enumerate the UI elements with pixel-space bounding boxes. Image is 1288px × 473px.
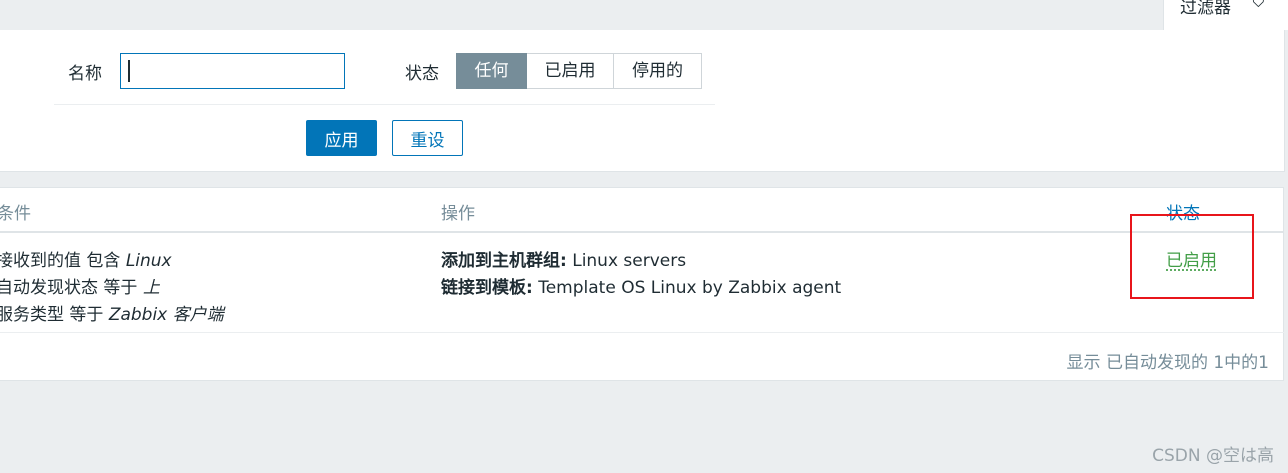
operation-value: Linux servers <box>566 251 687 271</box>
name-input[interactable] <box>120 53 345 89</box>
name-label: 名称 <box>68 64 102 84</box>
condition-value: Linux <box>125 251 172 271</box>
filter-tab[interactable]: 过滤器 ⛉ <box>1163 0 1288 30</box>
header-operations: 操作 <box>441 204 475 224</box>
apply-button[interactable]: 应用 <box>306 120 377 156</box>
header-conditions: 条件 <box>0 204 31 224</box>
filter-tab-label: 过滤器 <box>1180 0 1231 18</box>
filter-divider <box>54 104 715 105</box>
condition-value: Zabbix 客户端 <box>108 305 224 325</box>
condition-item: 服务类型 等于 Zabbix 客户端 <box>0 300 224 325</box>
filter-icon: ⛉ <box>1252 0 1265 12</box>
status-option-enabled[interactable]: 已启用 <box>527 53 614 89</box>
condition-value: 上 <box>142 278 160 298</box>
condition-text: 服务类型 等于 <box>0 305 109 325</box>
operation-label: 添加到主机群组: <box>441 251 567 271</box>
condition-item: 接收到的值 包含 Linux <box>0 246 172 271</box>
row-divider <box>0 332 1284 333</box>
top-bar <box>0 0 1288 30</box>
watermark: CSDN @空は高 <box>1152 446 1274 466</box>
operation-item: 链接到模板: Template OS Linux by Zabbix agent <box>441 273 841 298</box>
operation-label: 链接到模板: <box>441 278 533 298</box>
condition-item: 自动发现状态 等于 上 <box>0 273 160 298</box>
operation-item: 添加到主机群组: Linux servers <box>441 246 686 271</box>
condition-text: 接收到的值 包含 <box>0 251 126 271</box>
header-divider <box>0 231 1284 233</box>
discovery-table: 条件 操作 状态 接收到的值 包含 Linux 自动发现状态 等于 上 服务类型… <box>0 187 1284 381</box>
condition-text: 自动发现状态 等于 <box>0 278 143 298</box>
status-segmented-control: 任何 已启用 停用的 <box>456 53 702 89</box>
reset-button[interactable]: 重设 <box>392 120 463 156</box>
highlight-box <box>1130 214 1254 299</box>
status-option-disabled[interactable]: 停用的 <box>614 53 702 89</box>
table-footer-count: 显示 已自动发现的 1中的1 <box>1066 353 1269 373</box>
status-label: 状态 <box>405 64 439 84</box>
operation-value: Template OS Linux by Zabbix agent <box>532 278 842 298</box>
text-caret <box>128 60 130 82</box>
filter-panel: 名称 状态 任何 已启用 停用的 应用 重设 <box>0 30 1285 172</box>
status-option-any[interactable]: 任何 <box>456 53 527 89</box>
